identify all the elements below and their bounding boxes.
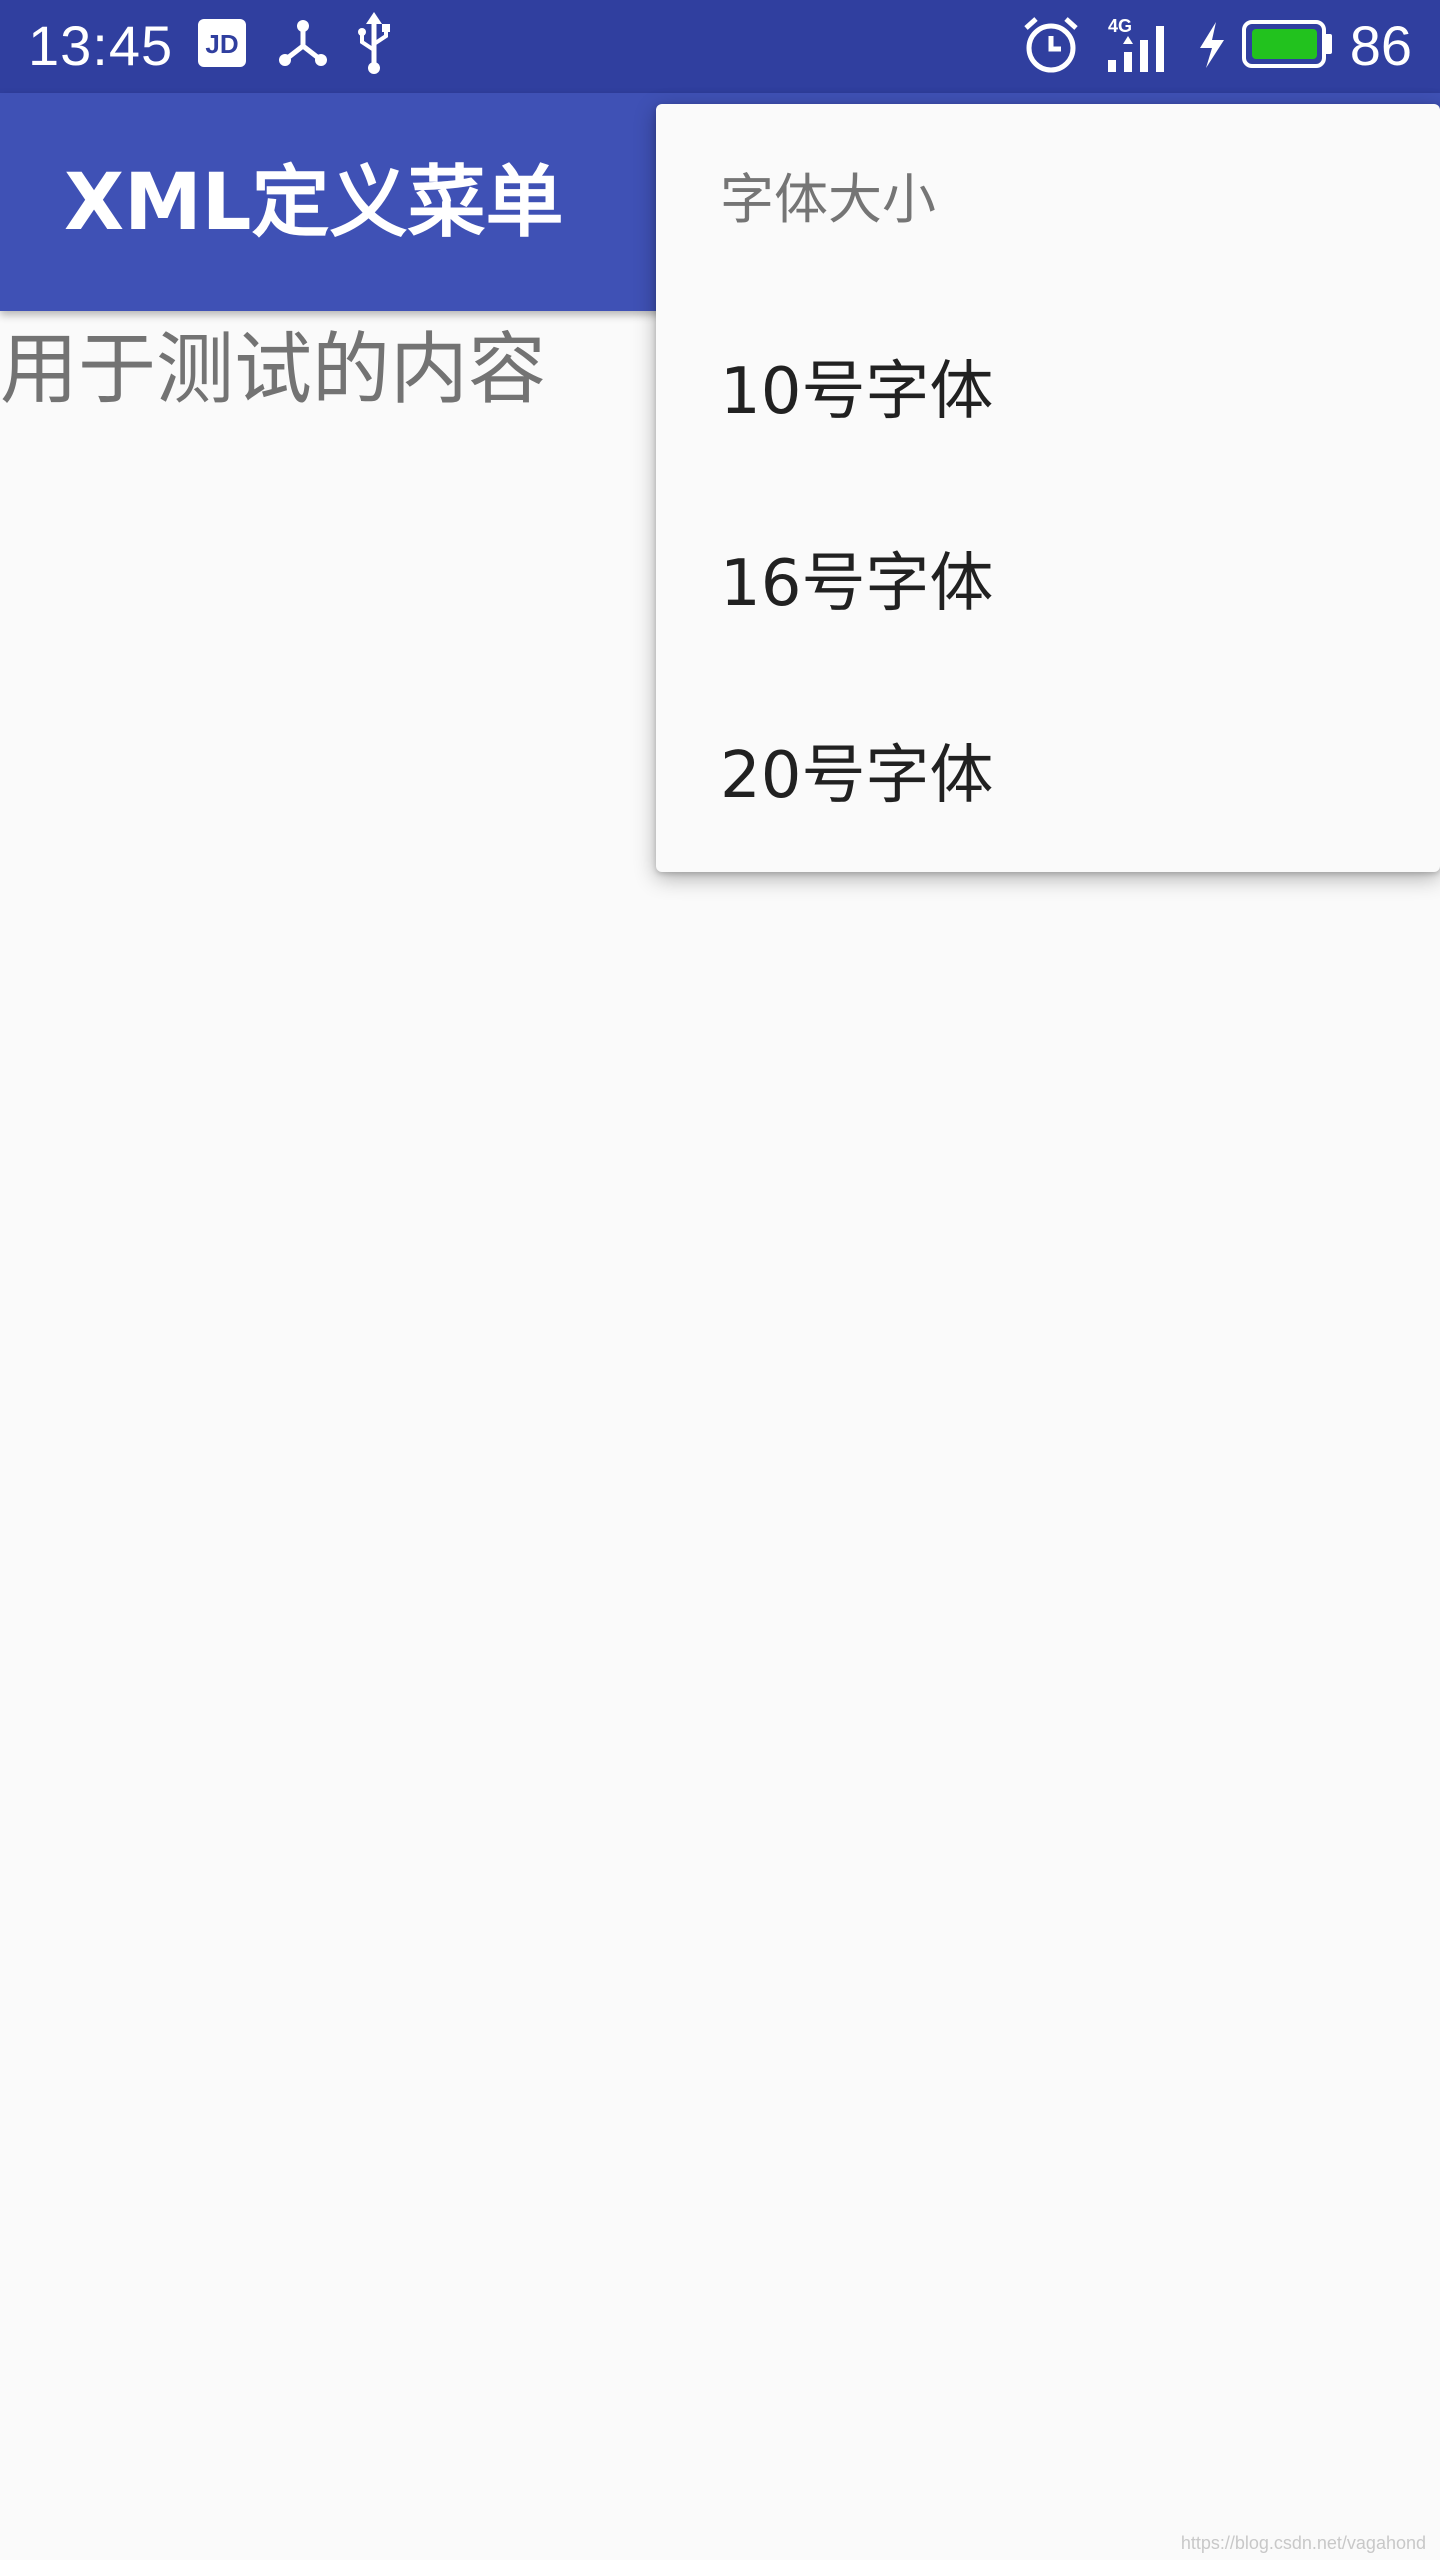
status-time: 13:45: [28, 14, 174, 77]
menu-item-label: 16号字体: [720, 547, 994, 621]
content-text: 用于测试的内容: [0, 325, 547, 415]
signal-4g-icon: 4G: [1108, 16, 1164, 72]
battery-icon: [1242, 20, 1332, 68]
battery-level: 86: [1349, 14, 1412, 77]
jd-app-icon: JD: [198, 19, 246, 67]
battery-fill: [1252, 29, 1317, 59]
status-bar: 13:45 JD 4G 86: [0, 0, 1440, 93]
menu-item-label: 10号字体: [720, 355, 994, 429]
share-hub-icon: [279, 20, 327, 66]
menu-item-label: 20号字体: [720, 739, 994, 813]
network-label: 4G: [1108, 16, 1132, 36]
menu-header: 字体大小: [720, 168, 936, 231]
app-title: XML定义菜单: [64, 158, 564, 248]
menu-item-20[interactable]: 20号字体: [656, 680, 1440, 872]
svg-text:JD: JD: [205, 29, 238, 59]
watermark: https://blog.csdn.net/vagahond: [1180, 2533, 1426, 2553]
popup-menu: 字体大小 10号字体 16号字体 20号字体: [656, 104, 1440, 872]
alarm-clock-icon: [1024, 17, 1078, 73]
charging-bolt-icon: [1200, 22, 1224, 68]
usb-icon: [358, 12, 390, 74]
menu-item-16[interactable]: 16号字体: [656, 488, 1440, 680]
menu-item-10[interactable]: 10号字体: [656, 296, 1440, 488]
